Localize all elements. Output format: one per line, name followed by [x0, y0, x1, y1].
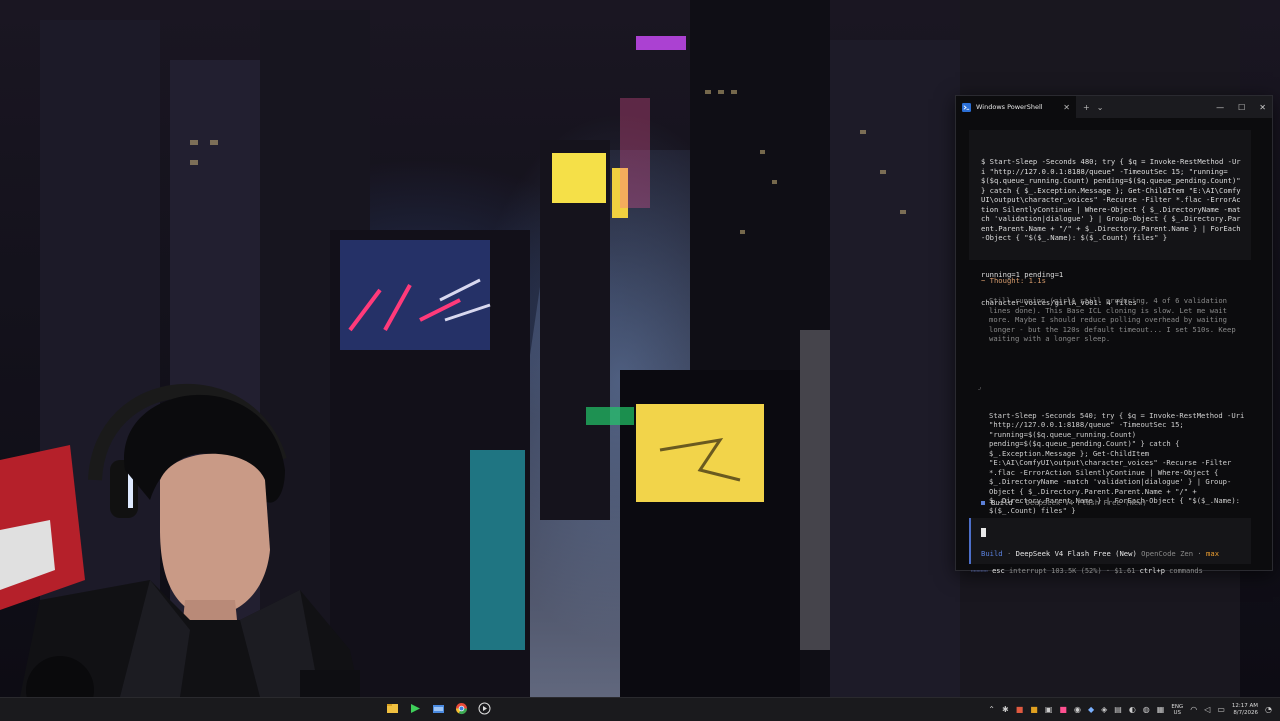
thought-body: Still running (girlA still producing, 4 …	[989, 296, 1240, 343]
file-explorer-icon[interactable]	[384, 700, 401, 717]
tab-dropdown-icon[interactable]: ⌄	[1097, 103, 1104, 112]
tray-app-icon-7[interactable]: ◈	[1101, 705, 1107, 714]
progress-dots: ⋯⋯⋯⋯	[971, 567, 988, 575]
thought-header[interactable]: ~ Thought: 1.1s	[981, 276, 1046, 286]
variant-label[interactable]: max	[1206, 549, 1219, 558]
status-build-label: Build	[991, 498, 1013, 507]
command-text-1: $ Start-Sleep -Seconds 480; try { $q = I…	[981, 157, 1245, 242]
token-usage: 103.5K (52%) · $1.61	[1051, 567, 1136, 575]
folder-icon[interactable]	[430, 700, 447, 717]
status-model-label: · DeepSeek V4 Flash Free (New)	[1016, 498, 1147, 507]
bluetooth-icon[interactable]: ✱	[1002, 705, 1009, 714]
agent-status-line: Build · DeepSeek V4 Flash Free (New)	[981, 498, 1147, 508]
mode-build-label[interactable]: Build	[981, 549, 1003, 558]
ctrl-p-key-hint: ctrl+p	[1139, 567, 1165, 575]
text-cursor	[981, 528, 986, 537]
powershell-icon	[962, 102, 971, 112]
command-block-2: ⌟ Start-Sleep -Seconds 540; try { $q = I…	[977, 382, 1251, 534]
terminal-titlebar[interactable]: Windows PowerShell ✕ + ⌄ — ☐ ✕	[956, 96, 1272, 118]
battery-icon[interactable]: ▭	[1217, 705, 1225, 714]
chrome-icon[interactable]	[453, 700, 470, 717]
minimize-button[interactable]: —	[1216, 103, 1224, 112]
footer-hints: ⋯⋯⋯⋯ esc interrupt 103.5K (52%) · $1.61 …	[971, 567, 1261, 577]
tab-windows-powershell[interactable]: Windows PowerShell ✕	[956, 96, 1076, 118]
tray-app-icon-6[interactable]: ◆	[1088, 705, 1094, 714]
tray-app-icon-1[interactable]: ■	[1016, 705, 1024, 714]
status-square-icon	[981, 501, 985, 505]
webcam-overlay	[0, 350, 360, 721]
maximize-button[interactable]: ☐	[1238, 103, 1245, 112]
keyboard-region: US	[1173, 709, 1182, 716]
pending-arrow-icon: ⌟	[977, 382, 982, 391]
model-name[interactable]: DeepSeek V4 Flash Free (New)	[1016, 549, 1137, 558]
streamer-webcam-image	[0, 383, 360, 721]
language-indicator[interactable]: ENG US	[1171, 704, 1183, 716]
tray-app-icon-5[interactable]: ◉	[1074, 705, 1081, 714]
provider-name: OpenCode Zen ·	[1141, 549, 1202, 558]
notification-bell-icon[interactable]: ◔	[1265, 705, 1272, 714]
commands-hint: commands	[1169, 567, 1203, 575]
language-code: ENG	[1171, 703, 1184, 710]
tray-app-icon-4[interactable]: ■	[1059, 705, 1067, 714]
close-button[interactable]: ✕	[1259, 103, 1266, 112]
taskbar: ⌃ ✱ ■ ■ ▣ ■ ◉ ◆ ◈ ▤ ◐ ◍ ▦ ENG US ◠ ◁ ▭ 1…	[0, 697, 1280, 721]
tray-app-icon-2[interactable]: ■	[1030, 705, 1038, 714]
tray-app-icon-10[interactable]: ◍	[1143, 705, 1150, 714]
clock-date: 8/7/2026	[1233, 709, 1259, 716]
volume-icon[interactable]: ◁	[1204, 705, 1210, 714]
terminal-icon[interactable]	[407, 700, 424, 717]
new-tab-button[interactable]: +	[1083, 103, 1090, 112]
command-block-1: $ Start-Sleep -Seconds 480; try { $q = I…	[969, 130, 1251, 307]
tray-app-icon-8[interactable]: ▤	[1114, 705, 1122, 714]
separator: ·	[1006, 549, 1012, 558]
terminal-content[interactable]: $ Start-Sleep -Seconds 480; try { $q = I…	[956, 118, 1272, 575]
interrupt-hint: interrupt	[1008, 567, 1047, 575]
wifi-icon[interactable]: ◠	[1190, 705, 1197, 714]
media-player-icon[interactable]	[476, 700, 493, 717]
terminal-window[interactable]: Windows PowerShell ✕ + ⌄ — ☐ ✕ $ Start-S…	[955, 95, 1273, 575]
chevron-up-icon[interactable]: ⌃	[988, 705, 995, 714]
tray-app-icon-3[interactable]: ▣	[1045, 705, 1053, 714]
esc-key-hint: esc	[992, 567, 1005, 575]
tray-app-icon-9[interactable]: ◐	[1129, 705, 1136, 714]
tray-app-icon-11[interactable]: ▦	[1157, 705, 1165, 714]
tab-title: Windows PowerShell	[976, 103, 1043, 111]
prompt-input[interactable]: Build · DeepSeek V4 Flash Free (New) Ope…	[969, 518, 1251, 564]
model-selector[interactable]: Build · DeepSeek V4 Flash Free (New) Ope…	[981, 549, 1219, 559]
clock-time: 12:17 AM	[1231, 702, 1259, 709]
system-clock[interactable]: 12:17 AM 8/7/2026	[1232, 703, 1258, 717]
tab-close-icon[interactable]: ✕	[1063, 103, 1070, 112]
system-tray: ⌃ ✱ ■ ■ ▣ ■ ◉ ◆ ◈ ▤ ◐ ◍ ▦ ENG US ◠ ◁ ▭ 1…	[988, 698, 1280, 721]
